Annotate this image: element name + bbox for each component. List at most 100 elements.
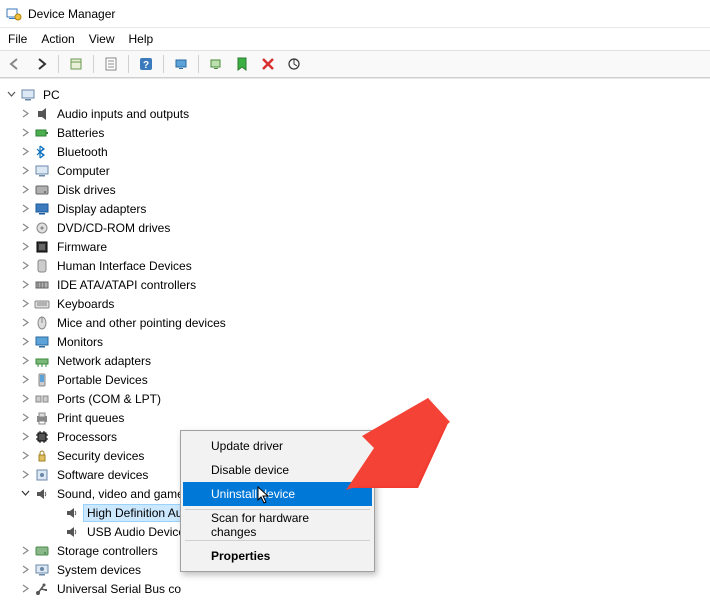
hid-icon: [34, 258, 50, 274]
chevron-right-icon[interactable]: [18, 468, 32, 482]
menu-file[interactable]: File: [8, 32, 27, 46]
disk-icon: [34, 182, 50, 198]
tree-category[interactable]: Portable Devices: [4, 370, 706, 389]
title-bar: Device Manager: [0, 0, 710, 28]
chevron-right-icon[interactable]: [18, 126, 32, 140]
portable-icon: [34, 372, 50, 388]
tree-category[interactable]: Human Interface Devices: [4, 256, 706, 275]
context-menu-item[interactable]: Update driver: [183, 434, 372, 458]
context-menu-item[interactable]: Scan for hardware changes: [183, 513, 372, 537]
chevron-right-icon[interactable]: [18, 316, 32, 330]
tree-category[interactable]: Computer: [4, 161, 706, 180]
chevron-right-icon[interactable]: [18, 240, 32, 254]
tree-category[interactable]: Monitors: [4, 332, 706, 351]
tree-category[interactable]: Bluetooth: [4, 142, 706, 161]
enable-device-button[interactable]: [231, 53, 253, 75]
chevron-down-icon[interactable]: [18, 487, 32, 501]
menu-action[interactable]: Action: [41, 32, 74, 46]
system-icon: [34, 562, 50, 578]
help-button[interactable]: ?: [135, 53, 157, 75]
tree-category[interactable]: Mice and other pointing devices: [4, 313, 706, 332]
dvd-icon: [34, 220, 50, 236]
computer-icon: [20, 87, 36, 103]
battery-icon: [34, 125, 50, 141]
chevron-right-icon[interactable]: [18, 354, 32, 368]
chevron-right-icon[interactable]: [18, 373, 32, 387]
tree-category-label: Firmware: [54, 239, 110, 255]
chevron-right-icon[interactable]: [18, 430, 32, 444]
tree-category-label: Batteries: [54, 125, 107, 141]
chevron-right-icon[interactable]: [18, 164, 32, 178]
audio-icon: [34, 106, 50, 122]
software-icon: [34, 467, 50, 483]
tree-category[interactable]: IDE ATA/ATAPI controllers: [4, 275, 706, 294]
chevron-right-icon[interactable]: [18, 582, 32, 596]
processor-icon: [34, 429, 50, 445]
tree-category[interactable]: Universal Serial Bus co: [4, 579, 706, 598]
tree-category[interactable]: Ports (COM & LPT): [4, 389, 706, 408]
chevron-right-icon[interactable]: [18, 563, 32, 577]
context-menu-item[interactable]: Uninstall device: [183, 482, 372, 506]
chevron-right-icon[interactable]: [18, 278, 32, 292]
menu-help[interactable]: Help: [129, 32, 154, 46]
update-driver-button[interactable]: [205, 53, 227, 75]
tree-category-label: Print queues: [54, 410, 127, 426]
menu-view[interactable]: View: [89, 32, 115, 46]
monitor-icon: [34, 334, 50, 350]
tree-category-label: Audio inputs and outputs: [54, 106, 192, 122]
chevron-right-icon[interactable]: [18, 411, 32, 425]
toolbar: ?: [0, 50, 710, 78]
tree-category[interactable]: DVD/CD-ROM drives: [4, 218, 706, 237]
refresh-button[interactable]: [283, 53, 305, 75]
tree-category[interactable]: Audio inputs and outputs: [4, 104, 706, 123]
sound-icon: [34, 486, 50, 502]
context-menu-item[interactable]: Disable device: [183, 458, 372, 482]
tree-category-label: Computer: [54, 163, 113, 179]
chevron-right-icon[interactable]: [18, 221, 32, 235]
chevron-right-icon[interactable]: [18, 297, 32, 311]
chevron-right-icon[interactable]: [18, 145, 32, 159]
chevron-right-icon[interactable]: [18, 449, 32, 463]
tree-category[interactable]: Display adapters: [4, 199, 706, 218]
keyboard-icon: [34, 296, 50, 312]
tree-category-label: Software devices: [54, 467, 151, 483]
chevron-down-icon[interactable]: [4, 88, 18, 102]
tree-category[interactable]: Network adapters: [4, 351, 706, 370]
chevron-right-icon[interactable]: [18, 335, 32, 349]
tree-category[interactable]: Keyboards: [4, 294, 706, 313]
tree-device-label: USB Audio Device: [84, 524, 188, 540]
tree-root[interactable]: PC: [4, 85, 706, 104]
tree-category[interactable]: Disk drives: [4, 180, 706, 199]
firmware-icon: [34, 239, 50, 255]
mouse-icon: [34, 315, 50, 331]
properties-button[interactable]: [100, 53, 122, 75]
toolbar-separator: [128, 55, 129, 73]
chevron-right-icon[interactable]: [18, 183, 32, 197]
sound-icon: [64, 524, 80, 540]
tree-category-label: Monitors: [54, 334, 106, 350]
tree-category[interactable]: Firmware: [4, 237, 706, 256]
tree-category-label: System devices: [54, 562, 144, 578]
tree-category-label: Network adapters: [54, 353, 154, 369]
forward-button[interactable]: [30, 53, 52, 75]
chevron-right-icon[interactable]: [18, 259, 32, 273]
print-icon: [34, 410, 50, 426]
uninstall-device-button[interactable]: [257, 53, 279, 75]
tree-category-label: Security devices: [54, 448, 147, 464]
context-menu: Update driverDisable deviceUninstall dev…: [180, 430, 375, 572]
tree-category[interactable]: Print queues: [4, 408, 706, 427]
chevron-right-icon[interactable]: [18, 107, 32, 121]
show-hidden-button[interactable]: [65, 53, 87, 75]
chevron-right-icon[interactable]: [18, 544, 32, 558]
chevron-right-icon[interactable]: [18, 392, 32, 406]
network-icon: [34, 353, 50, 369]
chevron-right-icon[interactable]: [18, 202, 32, 216]
mouse-cursor-icon: [257, 486, 271, 504]
toolbar-separator: [198, 55, 199, 73]
scan-hardware-button[interactable]: [170, 53, 192, 75]
tree-category[interactable]: Batteries: [4, 123, 706, 142]
back-button[interactable]: [4, 53, 26, 75]
usb-icon: [34, 581, 50, 597]
context-menu-item[interactable]: Properties: [183, 544, 372, 568]
tree-category-label: Ports (COM & LPT): [54, 391, 164, 407]
